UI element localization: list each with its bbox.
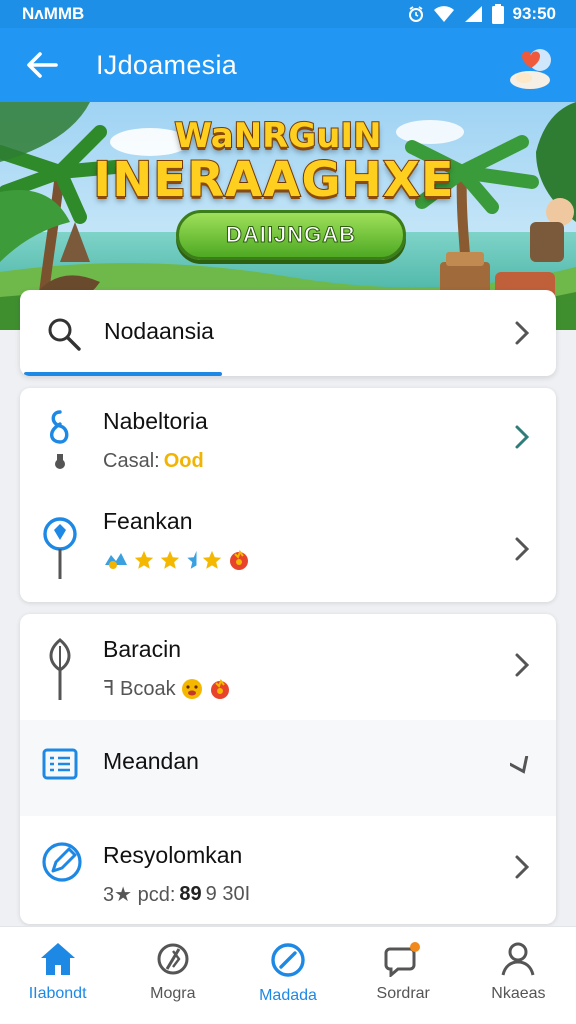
fire-badge-icon	[230, 549, 248, 570]
list-item-label: Resyolomkan	[103, 842, 243, 868]
list-item-resyolomkan[interactable]: Resyolomkan 3★ pcd: 89 9 30I	[20, 816, 556, 924]
arrow-left-icon	[27, 52, 58, 78]
subtitle-prefix: 3★ pcd:	[103, 884, 176, 906]
emoji-face-icon	[181, 678, 202, 699]
nav-label: Sordrar	[376, 985, 430, 1002]
knot-icon	[50, 410, 69, 469]
chevron-right-icon	[515, 537, 530, 561]
chevron-right-icon	[515, 321, 530, 345]
person-icon	[501, 942, 535, 976]
fire-badge-icon	[210, 678, 229, 699]
chevron-right-icon	[515, 425, 530, 449]
back-button[interactable]	[22, 45, 62, 85]
subtitle-prefix: Casal:	[103, 450, 160, 472]
subtitle-prefix: ꟻ Bcoak	[103, 678, 176, 700]
nav-item-explore[interactable]: Mogra	[115, 927, 230, 1024]
list-item-label: Baracin	[103, 636, 181, 662]
settings-card-1: Nabeltoria Casal: Ood Feankan	[20, 388, 556, 602]
list-item-subtitle: 3★ pcd: 89 9 30I	[103, 882, 250, 907]
nav-item-madada[interactable]: Madada	[230, 927, 345, 1024]
search-label: Nodaansia	[104, 318, 214, 344]
subtitle-suffix: 9 30I	[205, 883, 251, 905]
star-half-icon	[187, 550, 197, 569]
nav-label: IIabondt	[28, 985, 87, 1002]
status-icons: 93:50	[407, 4, 556, 24]
alarm-icon	[408, 6, 423, 22]
signal-icon	[464, 6, 482, 22]
list-item-label: Feankan	[103, 508, 193, 534]
star-icon	[134, 550, 154, 569]
list-icon	[42, 748, 78, 780]
nav-label: Mogra	[150, 985, 196, 1002]
compass-icon	[157, 943, 189, 975]
status-bar: NʌMMB 93:50	[0, 0, 576, 28]
search-progress-bar	[24, 372, 223, 376]
app-bar: IJdoamesia	[0, 28, 576, 102]
list-item-label: Meandan	[103, 748, 199, 774]
nav-item-profile[interactable]: Nkaeas	[461, 927, 576, 1024]
star-icon	[160, 550, 180, 569]
list-item-baracin[interactable]: Baracin ꟻ Bcoak	[20, 614, 556, 720]
settings-card-2: Baracin ꟻ Bcoak Meandan Resyolomkan 3★ p…	[20, 614, 556, 924]
rating-stars	[103, 548, 251, 572]
banner-title-line2: INERAAGHXE	[92, 151, 455, 209]
page-title: IJdoamesia	[96, 49, 238, 80]
home-icon	[40, 943, 75, 975]
edit-circle-icon	[42, 842, 82, 882]
clock-label: 93:50	[512, 4, 556, 23]
list-item-nabeltoria[interactable]: Nabeltoria Casal: Ood	[20, 388, 556, 494]
slash-circle-icon	[271, 943, 305, 977]
search-icon	[48, 318, 81, 351]
carrier-label: NʌMMB	[22, 4, 85, 23]
subtitle-bold: 89	[179, 883, 202, 905]
list-item-label: Nabeltoria	[103, 408, 208, 434]
nav-item-home[interactable]: IIabondt	[0, 927, 115, 1024]
chat-bubble-icon	[384, 942, 421, 977]
map-badge-icon	[105, 553, 127, 569]
list-item-subtitle: ꟻ Bcoak	[103, 676, 232, 701]
profile-avatar-icon	[510, 49, 551, 89]
banner-title-line1: WaNRGuIN	[173, 115, 382, 157]
search-row[interactable]: Nodaansia	[20, 290, 556, 376]
subtitle-value: Ood	[163, 450, 204, 472]
nav-label: Madada	[259, 987, 317, 1004]
bottom-nav: IIabondt Mogra Madada Sordrar Nkaeas	[0, 926, 576, 1024]
nav-label: Nkaeas	[491, 985, 546, 1002]
chevron-right-icon	[515, 653, 530, 677]
leaf-pin-icon	[49, 638, 71, 700]
battery-icon	[491, 4, 504, 24]
list-item-subtitle: Casal: Ood	[103, 450, 204, 473]
list-item-feankan[interactable]: Feankan	[20, 494, 556, 602]
list-item-meandan[interactable]: Meandan	[20, 720, 556, 816]
pin-icon	[43, 517, 77, 579]
chevron-right-icon	[515, 855, 530, 879]
star-icon	[202, 550, 222, 569]
nav-item-messages[interactable]: Sordrar	[346, 927, 461, 1024]
wifi-icon	[433, 6, 454, 22]
banner-cta-button[interactable]: DAIIJNGAB	[176, 210, 406, 260]
chevron-down-icon	[510, 756, 529, 774]
profile-button[interactable]	[506, 42, 556, 90]
